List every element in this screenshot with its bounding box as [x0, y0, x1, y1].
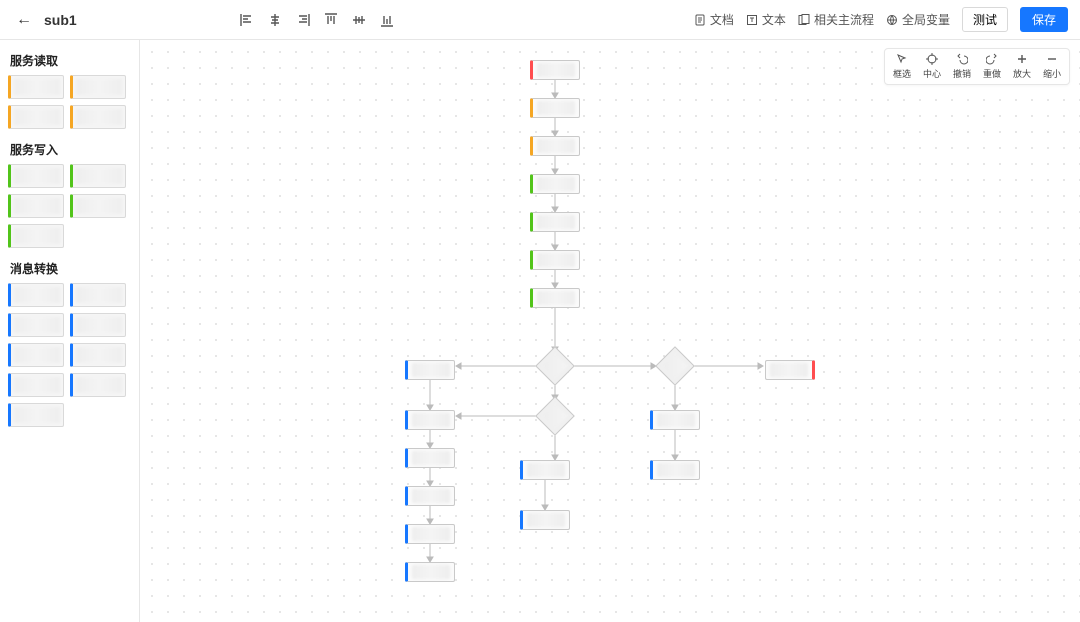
palette-item[interactable]	[8, 194, 64, 218]
flow-node[interactable]	[405, 486, 455, 506]
flow-node[interactable]	[530, 174, 580, 194]
tool-zoom-out-label: 缩小	[1043, 67, 1061, 80]
canvas-float-toolbar: 框选 中心 撤销 重做 放大 缩小	[884, 48, 1070, 85]
palette-item[interactable]	[70, 105, 126, 129]
sidebar-group-title: 服务写入	[10, 141, 131, 158]
text-button[interactable]: 文本	[746, 11, 786, 28]
flow-decision-node[interactable]	[535, 346, 575, 386]
flow-canvas[interactable]: 框选 中心 撤销 重做 放大 缩小	[140, 40, 1080, 622]
flow-node[interactable]	[520, 510, 570, 530]
palette-item[interactable]	[70, 75, 126, 99]
flow-node[interactable]	[765, 360, 815, 380]
top-right-actions: 文档 文本 相关主流程 全局变量 测试 保存	[694, 7, 1068, 32]
palette-item[interactable]	[8, 283, 64, 307]
flow-node[interactable]	[530, 250, 580, 270]
flow-node[interactable]	[530, 98, 580, 118]
palette-sidebar: 服务读取服务写入消息转换	[0, 40, 140, 622]
top-bar: ← sub1 文档 文本 相关主流程 全局变量 测试 保存	[0, 0, 1080, 40]
palette-item[interactable]	[70, 373, 126, 397]
flow-node[interactable]	[530, 136, 580, 156]
flow-node[interactable]	[405, 360, 455, 380]
flow-node[interactable]	[530, 288, 580, 308]
related-button[interactable]: 相关主流程	[798, 11, 874, 28]
palette-item[interactable]	[70, 164, 126, 188]
palette-item[interactable]	[8, 313, 64, 337]
related-label: 相关主流程	[814, 11, 874, 28]
back-arrow-icon[interactable]: ←	[12, 9, 36, 31]
palette-item[interactable]	[8, 403, 64, 427]
main-area: 服务读取服务写入消息转换 框选 中心 撤销 重做 放大	[0, 40, 1080, 622]
sidebar-group-grid	[8, 75, 131, 129]
sidebar-group-grid	[8, 164, 131, 248]
tool-redo[interactable]: 重做	[977, 53, 1007, 80]
doc-button[interactable]: 文档	[694, 11, 734, 28]
sidebar-group-title: 服务读取	[10, 52, 131, 69]
palette-item[interactable]	[70, 343, 126, 367]
flow-node[interactable]	[650, 460, 700, 480]
flow-node[interactable]	[405, 562, 455, 582]
page-title: sub1	[44, 12, 77, 28]
palette-item[interactable]	[8, 164, 64, 188]
align-bottom-icon[interactable]	[380, 13, 394, 27]
align-top-icon[interactable]	[324, 13, 338, 27]
flow-node[interactable]	[405, 524, 455, 544]
palette-item[interactable]	[8, 343, 64, 367]
flow-node[interactable]	[405, 410, 455, 430]
alignment-toolbar	[228, 13, 406, 27]
save-button[interactable]: 保存	[1020, 7, 1068, 32]
flow-node[interactable]	[405, 448, 455, 468]
sidebar-group-grid	[8, 283, 131, 427]
palette-item[interactable]	[8, 105, 64, 129]
palette-item[interactable]	[8, 224, 64, 248]
tool-zoom-out[interactable]: 缩小	[1037, 53, 1067, 80]
palette-item[interactable]	[70, 313, 126, 337]
tool-zoom-in[interactable]: 放大	[1007, 53, 1037, 80]
tool-undo-label: 撤销	[953, 67, 971, 80]
test-button[interactable]: 测试	[962, 7, 1008, 32]
tool-select-label: 框选	[893, 67, 911, 80]
flow-decision-node[interactable]	[655, 346, 695, 386]
palette-item[interactable]	[8, 75, 64, 99]
flow-node[interactable]	[530, 212, 580, 232]
palette-item[interactable]	[8, 373, 64, 397]
text-label: 文本	[762, 11, 786, 28]
align-center-h-icon[interactable]	[268, 13, 282, 27]
globals-label: 全局变量	[902, 11, 950, 28]
tool-zoom-in-label: 放大	[1013, 67, 1031, 80]
flow-decision-node[interactable]	[535, 396, 575, 436]
align-left-icon[interactable]	[240, 13, 254, 27]
tool-redo-label: 重做	[983, 67, 1001, 80]
palette-item[interactable]	[70, 283, 126, 307]
flow-node[interactable]	[650, 410, 700, 430]
tool-select[interactable]: 框选	[887, 53, 917, 80]
align-right-icon[interactable]	[296, 13, 310, 27]
align-center-v-icon[interactable]	[352, 13, 366, 27]
globals-button[interactable]: 全局变量	[886, 11, 950, 28]
doc-label: 文档	[710, 11, 734, 28]
palette-item[interactable]	[70, 194, 126, 218]
flow-node[interactable]	[530, 60, 580, 80]
tool-center[interactable]: 中心	[917, 53, 947, 80]
flow-node[interactable]	[520, 460, 570, 480]
tool-center-label: 中心	[923, 67, 941, 80]
sidebar-group-title: 消息转换	[10, 260, 131, 277]
tool-undo[interactable]: 撤销	[947, 53, 977, 80]
